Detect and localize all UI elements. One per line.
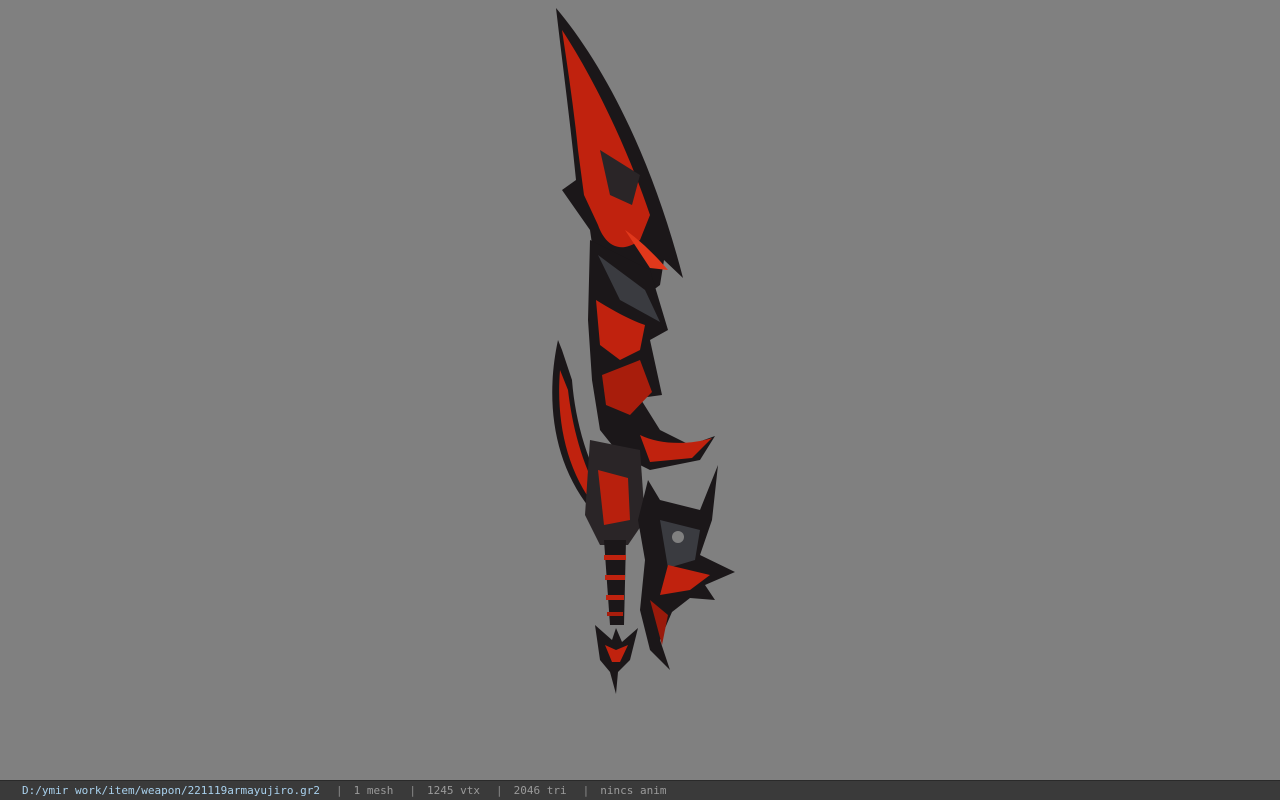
status-separator: | bbox=[496, 784, 503, 797]
triangle-count-label: 2046 tri bbox=[513, 784, 567, 797]
vertex-count-label: 1245 vtx bbox=[427, 784, 480, 797]
status-separator: | bbox=[582, 784, 590, 797]
status-separator: | bbox=[336, 784, 343, 797]
weapon-model-render bbox=[552, 8, 735, 694]
file-path-label: D:/ymir work/item/weapon/221119armayujir… bbox=[22, 784, 321, 797]
status-separator: | bbox=[409, 784, 417, 797]
3d-viewport[interactable] bbox=[0, 0, 1280, 780]
animation-status-label: nincs anim bbox=[600, 784, 667, 797]
mesh-count-label: 1 mesh bbox=[353, 784, 394, 797]
right-wing bbox=[638, 465, 735, 670]
status-bar: D:/ymir work/item/weapon/221119armayujir… bbox=[0, 780, 1280, 800]
